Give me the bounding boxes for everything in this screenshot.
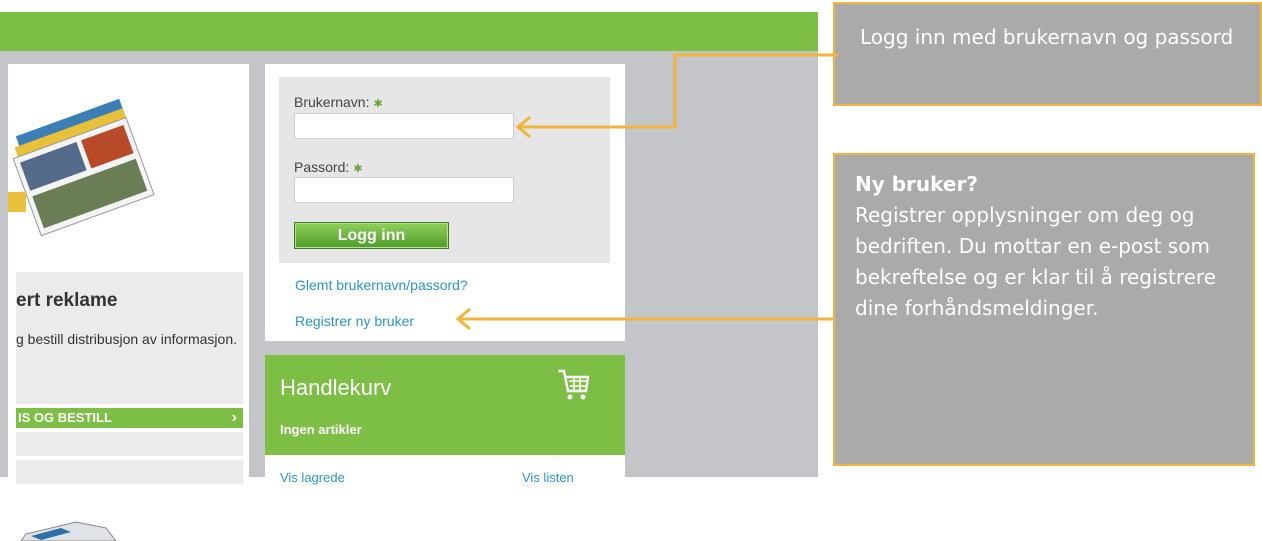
password-input[interactable] bbox=[294, 177, 514, 203]
forgot-credentials-link[interactable]: Glemt brukernavn/passord? bbox=[295, 277, 468, 293]
promo-title: ert reklame bbox=[16, 290, 118, 311]
promo-order-button[interactable]: IS OG BESTILL › bbox=[16, 408, 243, 428]
top-nav-bar bbox=[0, 12, 818, 51]
username-label: Brukernavn: ✱ bbox=[294, 94, 383, 110]
promo-order-button-label: IS OG BESTILL bbox=[18, 410, 112, 425]
password-label-text: Passord: bbox=[294, 159, 350, 175]
login-hint-text: Logg inn med brukernavn og passord bbox=[860, 25, 1234, 49]
view-list-link[interactable]: Vis listen bbox=[522, 470, 574, 485]
username-label-text: Brukernavn: bbox=[294, 94, 370, 110]
left-panel: ert reklame g bestill distribusjon av in… bbox=[8, 64, 249, 541]
promo-description: g bestill distribusjon av informasjon. bbox=[16, 331, 237, 347]
cart-empty-text: Ingen artikler bbox=[280, 422, 362, 437]
view-saved-link[interactable]: Vis lagrede bbox=[280, 470, 345, 485]
password-label: Passord: ✱ bbox=[294, 159, 362, 175]
new-user-callout: Ny bruker? Registrer opplysninger om deg… bbox=[833, 153, 1255, 466]
promo-list-row[interactable] bbox=[16, 432, 243, 456]
shopping-cart-icon[interactable] bbox=[555, 367, 591, 403]
new-user-text: Registrer opplysninger om deg og bedrift… bbox=[855, 203, 1216, 320]
printer-image bbox=[20, 521, 117, 541]
required-icon: ✱ bbox=[353, 163, 363, 175]
username-input[interactable] bbox=[294, 113, 514, 139]
register-new-user-link[interactable]: Registrer ny bruker bbox=[295, 313, 414, 329]
cart-title: Handlekurv bbox=[280, 375, 392, 400]
login-button[interactable]: Logg inn bbox=[294, 222, 449, 249]
shopping-cart-panel: Handlekurv Ingen artikler bbox=[265, 355, 625, 455]
login-form: Brukernavn: ✱ Passord: ✱ Logg inn bbox=[279, 77, 610, 263]
new-user-title: Ny bruker? bbox=[855, 172, 978, 196]
login-hint-callout: Logg inn med brukernavn og passord bbox=[833, 2, 1262, 106]
chevron-right-icon: › bbox=[231, 409, 237, 426]
required-icon: ✱ bbox=[373, 98, 383, 110]
login-panel: Brukernavn: ✱ Passord: ✱ Logg inn Glemt br… bbox=[265, 64, 625, 341]
promo-list-row[interactable] bbox=[16, 460, 243, 484]
magazine-stack-image bbox=[8, 98, 155, 237]
